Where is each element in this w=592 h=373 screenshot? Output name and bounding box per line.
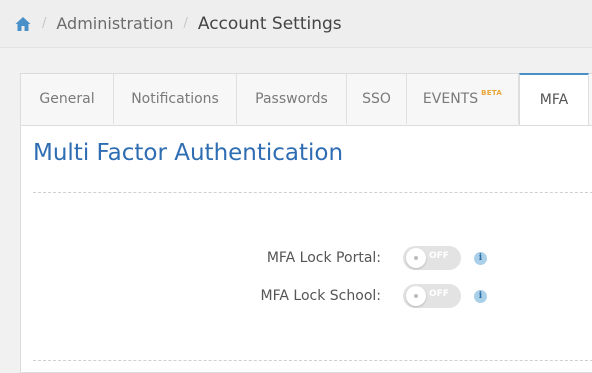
breadcrumb: / Administration / Account Settings <box>0 0 592 48</box>
tab-general[interactable]: General <box>21 74 114 124</box>
toggle-knob <box>406 286 426 306</box>
section-divider <box>33 192 592 193</box>
breadcrumb-separator: / <box>183 16 188 31</box>
toggle-state: OFF <box>429 289 449 299</box>
section-divider <box>33 360 592 361</box>
breadcrumb-item-account-settings: Account Settings <box>197 13 342 34</box>
info-icon[interactable]: i <box>474 289 487 303</box>
toggle-knob <box>406 248 426 268</box>
breadcrumb-separator: / <box>42 16 47 31</box>
setting-label: MFA Lock School: <box>260 288 381 304</box>
mfa-lock-portal-toggle[interactable]: OFF <box>403 246 461 270</box>
tab-bar: General Notifications Passwords SSO EVEN… <box>21 73 592 126</box>
tab-sso[interactable]: SSO <box>347 74 407 124</box>
setting-row-mfa-lock-school: MFA Lock School: OFF i <box>21 283 581 309</box>
tab-events-label: EVENTS <box>422 91 479 107</box>
tab-events[interactable]: EVENTS BETA <box>407 74 519 124</box>
mfa-lock-school-toggle[interactable]: OFF <box>403 284 461 308</box>
breadcrumb-item-administration[interactable]: Administration <box>56 14 173 33</box>
tab-notifications[interactable]: Notifications <box>114 74 237 124</box>
tab-passwords[interactable]: Passwords <box>237 74 347 124</box>
page-title: Multi Factor Authentication <box>33 140 344 166</box>
toggle-state: OFF <box>429 251 449 261</box>
beta-badge: BETA <box>481 89 503 97</box>
settings-panel: General Notifications Passwords SSO EVEN… <box>20 73 592 373</box>
info-icon[interactable]: i <box>474 251 487 265</box>
setting-label: MFA Lock Portal: <box>266 250 381 266</box>
home-icon[interactable] <box>14 15 32 33</box>
setting-row-mfa-lock-portal: MFA Lock Portal: OFF i <box>21 245 581 271</box>
tab-mfa[interactable]: MFA <box>519 73 589 125</box>
